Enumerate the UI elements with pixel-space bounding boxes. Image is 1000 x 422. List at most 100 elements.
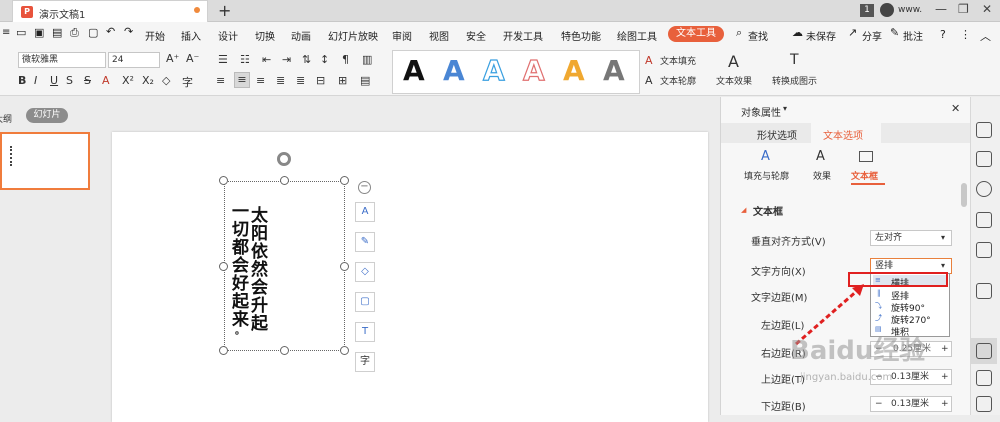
resize-handle-tr[interactable] bbox=[340, 176, 349, 185]
resize-handle-t[interactable] bbox=[280, 176, 289, 185]
clear-format-icon[interactable]: ◇ bbox=[162, 74, 170, 87]
paragraph-icon[interactable]: ¶ bbox=[342, 53, 349, 66]
avatar[interactable] bbox=[880, 3, 894, 17]
tab-view[interactable]: 视图 bbox=[429, 28, 449, 43]
tab-transition[interactable]: 切换 bbox=[255, 28, 275, 43]
italic-icon[interactable]: I bbox=[34, 74, 37, 87]
style-black[interactable]: A bbox=[403, 54, 425, 87]
font-size-select[interactable]: 24 bbox=[108, 52, 160, 68]
subtab-fill-outline[interactable]: 填充与轮廓 bbox=[744, 169, 789, 182]
style-blue[interactable]: A bbox=[443, 54, 465, 87]
shapes-icon[interactable] bbox=[976, 181, 992, 197]
bold-icon[interactable]: B bbox=[18, 74, 26, 87]
float-font-icon[interactable]: 字 bbox=[355, 352, 375, 372]
panel-dropdown-icon[interactable]: ▾ bbox=[783, 104, 787, 113]
restore-icon[interactable]: ❐ bbox=[958, 2, 969, 16]
float-border-icon[interactable]: ▢ bbox=[355, 292, 375, 312]
slide[interactable] bbox=[112, 132, 708, 422]
underline-icon[interactable]: U bbox=[50, 74, 58, 87]
distributed-icon[interactable]: ≣ bbox=[296, 74, 305, 87]
tab-text-tools[interactable]: 文本工具 bbox=[668, 26, 724, 42]
font-color-icon[interactable]: A bbox=[102, 74, 110, 87]
share-button[interactable]: 分享 bbox=[862, 28, 882, 43]
menu-icon[interactable]: ≡ bbox=[2, 27, 10, 38]
resize-handle-br[interactable] bbox=[340, 346, 349, 355]
pointer-icon[interactable] bbox=[976, 122, 992, 138]
text-outline-button[interactable]: 文本轮廓 bbox=[660, 74, 696, 87]
export-icon[interactable]: ▤ bbox=[52, 26, 62, 39]
panel-scrollbar[interactable] bbox=[961, 183, 967, 207]
tab-animation[interactable]: 动画 bbox=[291, 28, 311, 43]
float-outline-icon[interactable]: ✎ bbox=[355, 232, 375, 252]
text-effect-button[interactable]: 文本效果 bbox=[716, 74, 752, 87]
tab-text-options[interactable]: 文本选项 bbox=[823, 127, 863, 142]
save-icon[interactable]: ▣ bbox=[34, 26, 44, 39]
rotate-handle-icon[interactable] bbox=[277, 152, 291, 166]
tab-home[interactable]: 开始 bbox=[145, 28, 165, 43]
resize-handle-l[interactable] bbox=[219, 262, 228, 271]
align-right-icon[interactable]: ≡ bbox=[256, 74, 265, 87]
text-box-icon[interactable]: ▤ bbox=[360, 74, 370, 87]
grow-font-icon[interactable]: A⁺ bbox=[166, 52, 179, 65]
section-collapse-icon[interactable]: ◢ bbox=[741, 206, 746, 214]
undo-icon[interactable]: ↶ bbox=[106, 25, 115, 38]
minimize-icon[interactable]: — bbox=[935, 2, 947, 16]
font-name-select[interactable]: 微软雅黑 bbox=[18, 52, 106, 68]
style-orange[interactable]: A bbox=[563, 54, 585, 87]
tab-features[interactable]: 特色功能 bbox=[561, 28, 601, 43]
tab-outline[interactable]: 大纲 bbox=[0, 112, 12, 125]
stepper-plus-icon[interactable]: + bbox=[941, 342, 949, 356]
slide-thumbnail[interactable] bbox=[0, 132, 90, 190]
tab-design[interactable]: 设计 bbox=[218, 28, 238, 43]
more-icon[interactable]: ⋮ bbox=[960, 28, 971, 41]
tab-devtools[interactable]: 开发工具 bbox=[503, 28, 543, 43]
spacing-icon[interactable]: ⊞ bbox=[338, 74, 347, 87]
shrink-font-icon[interactable]: A⁻ bbox=[186, 52, 199, 65]
chart-icon[interactable] bbox=[976, 283, 992, 299]
folder-icon[interactable]: ▭ bbox=[16, 26, 26, 39]
preview-icon[interactable]: ▢ bbox=[88, 26, 98, 39]
line-spacing-icon[interactable]: ↕ bbox=[320, 53, 329, 66]
style-gray[interactable]: A bbox=[603, 54, 625, 87]
resize-handle-r[interactable] bbox=[340, 262, 349, 271]
share-side-icon[interactable] bbox=[976, 396, 992, 412]
subscript-icon[interactable]: X₂ bbox=[142, 74, 154, 87]
bullet-list-icon[interactable]: ☰ bbox=[218, 53, 228, 66]
animation-icon[interactable] bbox=[976, 370, 992, 386]
decrease-indent-icon[interactable]: ⇤ bbox=[262, 53, 271, 66]
convert-smartart-button[interactable]: 转换成图示 bbox=[772, 74, 817, 87]
float-textbox-icon[interactable]: T bbox=[355, 322, 375, 342]
float-shape-style-icon[interactable]: A bbox=[355, 202, 375, 222]
pinyin-icon[interactable]: 字 bbox=[182, 74, 193, 90]
align-left-icon[interactable]: ≡ bbox=[216, 74, 225, 87]
bottom-margin-value[interactable]: 0.13厘米 bbox=[891, 397, 929, 411]
stepper-plus-icon[interactable]: + bbox=[941, 370, 949, 384]
comment-button[interactable]: 批注 bbox=[903, 28, 923, 43]
tab-security[interactable]: 安全 bbox=[466, 28, 486, 43]
tab-review[interactable]: 审阅 bbox=[392, 28, 412, 43]
close-icon[interactable]: ✕ bbox=[982, 2, 992, 16]
text-column-2[interactable]: 一切都会好起来 bbox=[226, 202, 251, 328]
top-margin-value[interactable]: 0.13厘米 bbox=[891, 370, 929, 384]
strikethrough-icon[interactable]: S bbox=[84, 74, 91, 87]
resize-handle-bl[interactable] bbox=[219, 346, 228, 355]
superscript-icon[interactable]: X² bbox=[122, 74, 134, 87]
text-direction-icon[interactable]: ⇅ bbox=[302, 53, 311, 66]
collapse-icon[interactable]: ︿ bbox=[980, 28, 991, 44]
subtab-textbox[interactable]: 文本框 bbox=[851, 169, 878, 182]
vertical-text-box[interactable]: 太阳依然会升起 一切都会好起来 。 bbox=[224, 181, 345, 351]
stepper-plus-icon[interactable]: + bbox=[941, 397, 949, 411]
numbered-list-icon[interactable]: ☷ bbox=[240, 53, 250, 66]
search-button[interactable]: 查找 bbox=[748, 28, 768, 43]
table-icon[interactable] bbox=[976, 242, 992, 258]
tab-drawing-tools[interactable]: 绘图工具 bbox=[617, 28, 657, 43]
increase-indent-icon[interactable]: ⇥ bbox=[282, 53, 291, 66]
resize-handle-b[interactable] bbox=[280, 346, 289, 355]
shadow-icon[interactable]: S bbox=[66, 74, 73, 87]
stepper-minus-icon[interactable]: − bbox=[875, 397, 883, 411]
subtab-effect[interactable]: 效果 bbox=[813, 169, 831, 182]
columns-icon[interactable]: ▥ bbox=[362, 53, 372, 66]
vertical-align-icon[interactable]: ⊟ bbox=[316, 74, 325, 87]
text-fill-button[interactable]: 文本填充 bbox=[660, 54, 696, 67]
justify-icon[interactable]: ≣ bbox=[276, 74, 285, 87]
